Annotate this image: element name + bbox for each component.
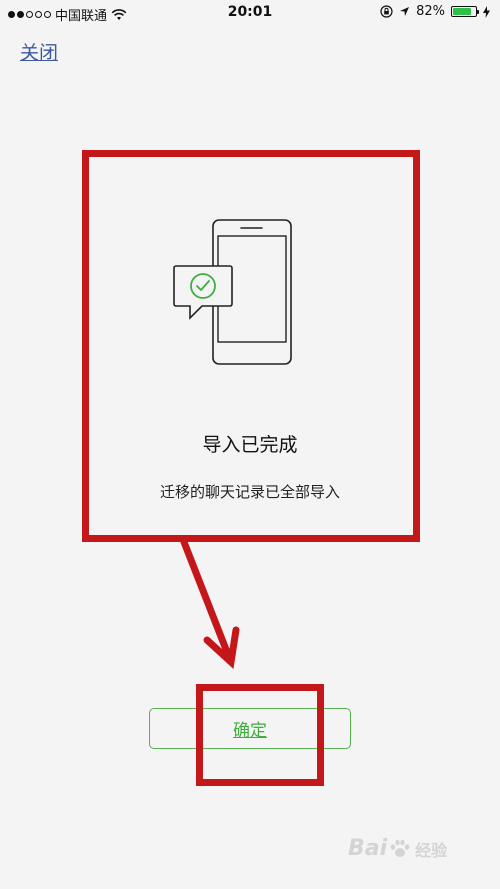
baidu-jingyan-watermark: Bai 经验 <box>348 836 447 861</box>
annotation-arrow <box>180 538 240 669</box>
watermark-suffix: 经验 <box>415 840 448 860</box>
paw-icon <box>390 839 410 857</box>
watermark-brand: Bai <box>348 836 388 861</box>
confirm-button[interactable]: 确定 <box>149 708 351 749</box>
